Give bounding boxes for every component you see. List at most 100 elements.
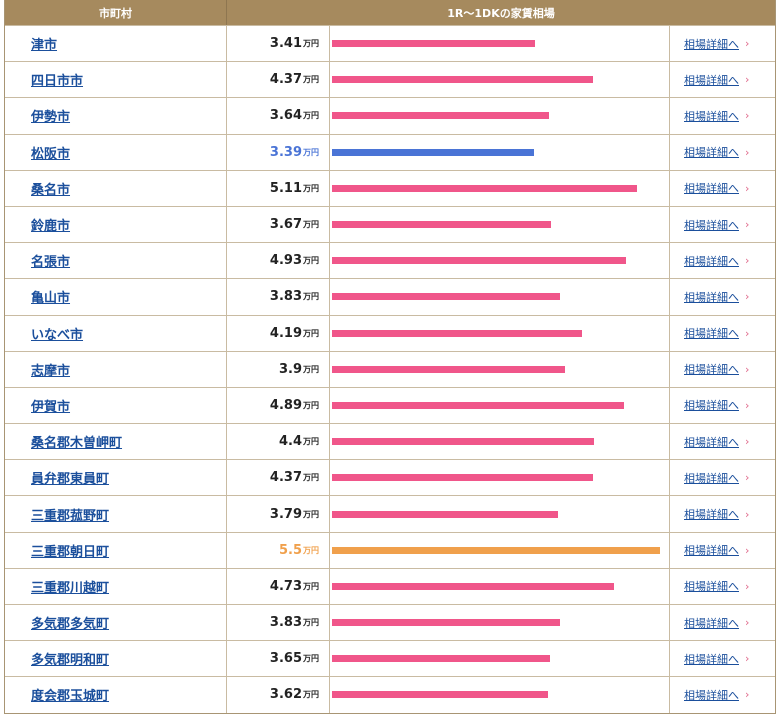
detail-link[interactable]: 相場詳細へ (684, 180, 739, 196)
city-link[interactable]: 伊勢市 (31, 106, 70, 125)
city-link[interactable]: 津市 (31, 34, 57, 53)
rent-value: 3.79 (269, 506, 302, 522)
rent-table: 市町村 1R〜1DKの家賃相場 津市 3.41 万円 相場詳細へ › 四日市市 4.37 万円… (4, 0, 776, 714)
detail-link[interactable]: 相場詳細へ (684, 289, 739, 305)
rent-unit: 万円 (303, 473, 319, 483)
detail-link[interactable]: 相場詳細へ (684, 325, 739, 341)
detail-link[interactable]: 相場詳細へ (684, 470, 739, 486)
table-row: 度会郡玉城町 3.62 万円 相場詳細へ › (5, 676, 775, 713)
rent-bar (332, 40, 535, 48)
city-link[interactable]: 三重郡川越町 (31, 577, 109, 596)
city-link[interactable]: 員弁郡東員町 (31, 468, 109, 487)
detail-link[interactable]: 相場詳細へ (684, 506, 739, 522)
rent-unit: 万円 (303, 39, 319, 49)
rent-unit: 万円 (303, 437, 319, 447)
city-link[interactable]: 四日市市 (31, 70, 83, 89)
city-link[interactable]: 亀山市 (31, 287, 70, 306)
detail-link[interactable]: 相場詳細へ (684, 615, 739, 631)
city-link[interactable]: 度会郡玉城町 (31, 685, 109, 704)
rent-bar-cell (330, 460, 670, 496)
table-row: 三重郡川越町 4.73 万円 相場詳細へ › (5, 567, 775, 604)
rent-unit: 万円 (303, 256, 319, 266)
rent-value-cell: 3.39 万円 (227, 134, 330, 170)
detail-link[interactable]: 相場詳細へ (684, 217, 739, 233)
city-link[interactable]: 多気郡多気町 (31, 613, 109, 632)
rent-unit: 万円 (303, 111, 319, 121)
chevron-right-icon: › (745, 543, 750, 557)
rent-unit: 万円 (303, 545, 319, 555)
detail-link[interactable]: 相場詳細へ (684, 578, 739, 594)
detail-cell: 相場詳細へ › (670, 496, 775, 531)
rent-unit: 万円 (303, 400, 319, 410)
table-row: 三重郡菰野町 3.79 万円 相場詳細へ › (5, 495, 775, 532)
rent-bar-cell (330, 170, 670, 206)
rent-bar-cell (330, 134, 670, 170)
city-cell: 桑名郡木曽岬町 (5, 424, 227, 460)
rent-value: 3.65 (269, 651, 302, 667)
chevron-right-icon: › (745, 398, 750, 412)
rent-value-cell: 3.41 万円 (227, 26, 330, 62)
rent-value: 3.41 (269, 36, 302, 52)
city-cell: 多気郡明和町 (5, 641, 227, 677)
rent-bar-cell (330, 243, 670, 279)
city-link[interactable]: 桑名市 (31, 179, 70, 198)
city-link[interactable]: 伊賀市 (31, 396, 70, 415)
detail-cell: 相場詳細へ › (670, 62, 775, 97)
city-cell: 松阪市 (5, 134, 227, 170)
rent-bar (332, 112, 549, 120)
chevron-right-icon: › (745, 652, 750, 666)
city-cell: 多気郡多気町 (5, 605, 227, 641)
rent-value-cell: 4.73 万円 (227, 568, 330, 604)
rent-value: 4.19 (269, 325, 302, 341)
rent-bar-cell (330, 605, 670, 641)
city-link[interactable]: 三重郡菰野町 (31, 505, 109, 524)
detail-link[interactable]: 相場詳細へ (684, 651, 739, 667)
detail-link[interactable]: 相場詳細へ (684, 397, 739, 413)
city-link[interactable]: 鈴鹿市 (31, 215, 70, 234)
rent-value-cell: 4.19 万円 (227, 315, 330, 351)
detail-link[interactable]: 相場詳細へ (684, 144, 739, 160)
table-row: 志摩市 3.9 万円 相場詳細へ › (5, 350, 775, 387)
city-link[interactable]: 名張市 (31, 251, 70, 270)
rent-bar (332, 474, 593, 482)
table-row: 員弁郡東員町 4.37 万円 相場詳細へ › (5, 459, 775, 496)
rent-bar (332, 582, 614, 590)
city-link[interactable]: 三重郡朝日町 (31, 541, 109, 560)
table-row: 桑名市 5.11 万円 相場詳細へ › (5, 169, 775, 206)
city-link[interactable]: 多気郡明和町 (31, 649, 109, 668)
rent-unit: 万円 (303, 147, 319, 157)
detail-link[interactable]: 相場詳細へ (684, 108, 739, 124)
rent-bar-cell (330, 568, 670, 604)
detail-link[interactable]: 相場詳細へ (684, 72, 739, 88)
detail-link[interactable]: 相場詳細へ (684, 687, 739, 703)
rent-bar (332, 691, 548, 699)
detail-cell: 相場詳細へ › (670, 26, 775, 61)
chevron-right-icon: › (745, 471, 750, 485)
detail-link[interactable]: 相場詳細へ (684, 542, 739, 558)
rent-value: 3.62 (269, 687, 302, 703)
rent-value: 4.37 (269, 72, 302, 88)
city-link[interactable]: いなべ市 (31, 324, 83, 343)
rent-bar-cell (330, 98, 670, 134)
rent-unit: 万円 (303, 183, 319, 193)
city-cell: 鈴鹿市 (5, 206, 227, 243)
chevron-right-icon: › (745, 616, 750, 630)
rent-value: 3.64 (269, 108, 302, 124)
table-body: 津市 3.41 万円 相場詳細へ › 四日市市 4.37 万円 相場詳細へ › 伊勢市 3.64 万円相… (5, 25, 775, 713)
city-cell: 桑名市 (5, 170, 227, 206)
rent-bar-cell (330, 62, 670, 98)
detail-link[interactable]: 相場詳細へ (684, 434, 739, 450)
detail-link[interactable]: 相場詳細へ (684, 36, 739, 52)
rent-value-cell: 3.64 万円 (227, 98, 330, 134)
city-link[interactable]: 松阪市 (31, 143, 70, 162)
detail-link[interactable]: 相場詳細へ (684, 253, 739, 269)
detail-cell: 相場詳細へ › (670, 641, 775, 676)
rent-bar (332, 184, 637, 192)
detail-cell: 相場詳細へ › (670, 243, 775, 278)
city-link[interactable]: 桑名郡木曽岬町 (31, 432, 122, 451)
detail-link[interactable]: 相場詳細へ (684, 361, 739, 377)
city-link[interactable]: 志摩市 (31, 360, 70, 379)
table-row: 多気郡明和町 3.65 万円 相場詳細へ › (5, 640, 775, 677)
rent-bar (332, 293, 560, 301)
rent-value-cell: 4.89 万円 (227, 387, 330, 424)
